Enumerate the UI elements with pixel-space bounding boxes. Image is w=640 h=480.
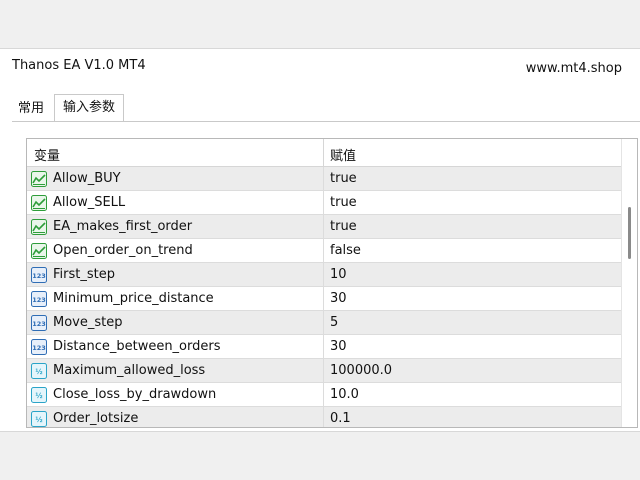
- parameter-name: Distance_between_orders: [53, 339, 221, 354]
- parameter-value[interactable]: true: [330, 195, 357, 210]
- column-divider[interactable]: [323, 139, 324, 167]
- parameter-value[interactable]: true: [330, 171, 357, 186]
- table-row[interactable]: 123 Move_step 5: [27, 311, 621, 335]
- bottom-margin: [0, 432, 640, 480]
- bool-icon: [31, 195, 47, 211]
- bool-icon: [31, 171, 47, 187]
- cell-divider: [323, 359, 324, 383]
- double-icon: ½: [31, 411, 47, 427]
- tab-input-parameters[interactable]: 输入参数: [54, 94, 125, 122]
- window-title: Thanos EA V1.0 MT4: [12, 58, 146, 73]
- table-header: 变量 赋值: [27, 139, 621, 167]
- cell-divider: [323, 167, 324, 191]
- table-row[interactable]: Open_order_on_trend false: [27, 239, 621, 263]
- double-icon: ½: [31, 387, 47, 403]
- svg-text:½: ½: [35, 368, 42, 376]
- table-row[interactable]: 123 Distance_between_orders 30: [27, 335, 621, 359]
- parameter-name: Close_loss_by_drawdown: [53, 387, 217, 402]
- table-row[interactable]: Allow_SELL true: [27, 191, 621, 215]
- cell-divider: [323, 287, 324, 311]
- parameter-name: Open_order_on_trend: [53, 243, 193, 258]
- double-icon: ½: [31, 363, 47, 379]
- table-row[interactable]: Allow_BUY true: [27, 167, 621, 191]
- parameter-name: EA_makes_first_order: [53, 219, 193, 234]
- svg-text:123: 123: [32, 296, 46, 304]
- parameter-name: Move_step: [53, 315, 123, 330]
- parameter-name: Order_lotsize: [53, 411, 139, 426]
- cell-divider: [323, 407, 324, 427]
- site-watermark: www.mt4.shop: [525, 61, 622, 76]
- parameter-value[interactable]: true: [330, 219, 357, 234]
- cell-divider: [323, 335, 324, 359]
- integer-icon: 123: [31, 291, 47, 307]
- column-header-value[interactable]: 赋值: [330, 145, 356, 164]
- parameter-name: Allow_SELL: [53, 195, 126, 210]
- bool-icon: [31, 243, 47, 259]
- parameter-value[interactable]: false: [330, 243, 361, 258]
- parameter-name: Allow_BUY: [53, 171, 121, 186]
- table-row[interactable]: ½ Close_loss_by_drawdown 10.0: [27, 383, 621, 407]
- tab-bar: 常用 输入参数: [12, 94, 125, 122]
- integer-icon: 123: [31, 315, 47, 331]
- table-body: Allow_BUY true Allow_SELL true EA_makes_firs…: [27, 167, 621, 427]
- tab-divider: [12, 121, 640, 122]
- parameter-value[interactable]: 10.0: [330, 387, 359, 402]
- integer-icon: 123: [31, 339, 47, 355]
- scrollbar-thumb[interactable]: [628, 207, 631, 259]
- parameter-value[interactable]: 30: [330, 339, 347, 354]
- vertical-scrollbar[interactable]: [621, 139, 637, 427]
- svg-text:123: 123: [32, 272, 46, 280]
- cell-divider: [323, 191, 324, 215]
- table-row[interactable]: ½ Maximum_allowed_loss 100000.0: [27, 359, 621, 383]
- cell-divider: [323, 239, 324, 263]
- table-row[interactable]: ½ Order_lotsize 0.1: [27, 407, 621, 427]
- table-row[interactable]: 123 Minimum_price_distance 30: [27, 287, 621, 311]
- cell-divider: [323, 311, 324, 335]
- top-margin: [0, 0, 640, 48]
- parameter-name: First_step: [53, 267, 115, 282]
- cell-divider: [323, 263, 324, 287]
- parameter-value[interactable]: 100000.0: [330, 363, 392, 378]
- bool-icon: [31, 219, 47, 235]
- integer-icon: 123: [31, 267, 47, 283]
- parameter-value[interactable]: 0.1: [330, 411, 351, 426]
- cell-divider: [323, 383, 324, 407]
- svg-text:123: 123: [32, 320, 46, 328]
- parameter-value[interactable]: 30: [330, 291, 347, 306]
- cell-divider: [323, 215, 324, 239]
- parameter-name: Maximum_allowed_loss: [53, 363, 206, 378]
- ea-properties-window: Thanos EA V1.0 MT4 www.mt4.shop 常用 输入参数 …: [0, 48, 640, 432]
- svg-text:123: 123: [32, 344, 46, 352]
- svg-text:½: ½: [35, 392, 42, 400]
- table-row[interactable]: EA_makes_first_order true: [27, 215, 621, 239]
- parameters-table: 变量 赋值 Allow_BUY true Allow_SELL true EA_make…: [26, 138, 638, 428]
- table-row[interactable]: 123 First_step 10: [27, 263, 621, 287]
- parameter-value[interactable]: 10: [330, 267, 347, 282]
- svg-text:½: ½: [35, 416, 42, 424]
- tab-common[interactable]: 常用: [12, 98, 50, 122]
- parameter-value[interactable]: 5: [330, 315, 338, 330]
- parameter-name: Minimum_price_distance: [53, 291, 214, 306]
- column-header-variable[interactable]: 变量: [34, 145, 60, 164]
